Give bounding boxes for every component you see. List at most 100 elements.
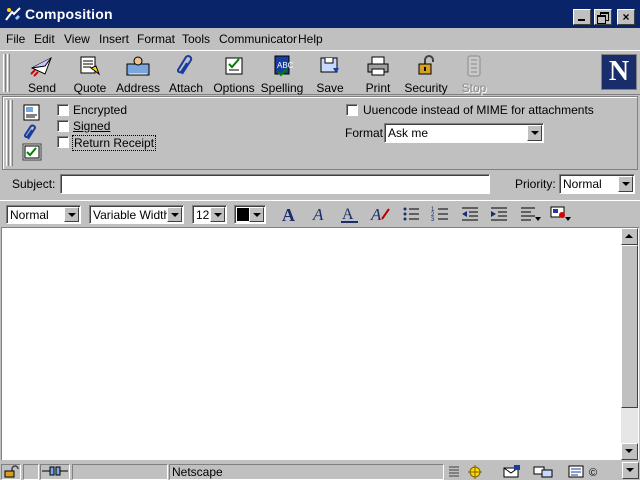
quote-icon bbox=[80, 56, 101, 76]
toolbar-grip[interactable] bbox=[3, 54, 6, 92]
close-button[interactable]: × bbox=[617, 9, 635, 25]
formatting-toolbar: Normal Variable Width 12 A A A A 1 2 3 bbox=[0, 200, 640, 227]
font-size-select[interactable]: 12 bbox=[192, 205, 227, 224]
insert-object-icon[interactable] bbox=[548, 203, 572, 225]
quote-button[interactable]: Quote bbox=[66, 52, 114, 95]
numbered-list-icon[interactable]: 1 2 3 bbox=[428, 203, 452, 225]
netscape-logo[interactable]: N bbox=[601, 54, 637, 90]
menu-file[interactable]: File bbox=[6, 32, 25, 46]
message-body-editor[interactable] bbox=[1, 227, 639, 460]
spelling-button[interactable]: ABC Spelling bbox=[258, 52, 306, 95]
save-label: Save bbox=[316, 81, 344, 95]
font-select[interactable]: Variable Width bbox=[89, 205, 184, 224]
font-size-increase-icon[interactable]: A bbox=[279, 203, 303, 225]
paragraph-style-select[interactable]: Normal bbox=[6, 205, 81, 224]
connection-plug-icon bbox=[42, 466, 68, 476]
scroll-down-button[interactable] bbox=[621, 443, 638, 460]
component-bar-grip-icon[interactable] bbox=[448, 465, 460, 479]
toolbar-grip-2[interactable] bbox=[7, 54, 10, 92]
status-text: Netscape bbox=[172, 465, 223, 479]
increase-indent-icon[interactable] bbox=[487, 203, 511, 225]
chevron-down-icon[interactable] bbox=[249, 207, 264, 222]
options-panel-grip-2[interactable] bbox=[10, 100, 13, 166]
progress-cell bbox=[72, 464, 168, 480]
send-icon bbox=[30, 56, 52, 77]
security-button[interactable]: Security bbox=[402, 52, 450, 95]
menu-communicator[interactable]: Communicator bbox=[219, 32, 297, 46]
minimize-button[interactable] bbox=[573, 9, 591, 25]
address-button[interactable]: Address bbox=[114, 52, 162, 95]
clear-styles-icon[interactable]: A bbox=[368, 203, 392, 225]
text-color-picker[interactable] bbox=[234, 205, 266, 224]
scroll-up-button[interactable] bbox=[621, 228, 638, 245]
options-panel-grip[interactable] bbox=[6, 100, 9, 166]
font-value: Variable Width bbox=[93, 208, 171, 222]
svg-text:A: A bbox=[282, 205, 295, 225]
menu-format[interactable]: Format bbox=[137, 32, 175, 46]
printer-icon bbox=[367, 56, 389, 76]
netscape-composer-icon bbox=[5, 7, 21, 21]
security-label: Security bbox=[404, 81, 448, 95]
underline-icon[interactable]: A bbox=[338, 203, 362, 225]
vertical-scrollbar[interactable] bbox=[621, 228, 638, 460]
svg-text:A: A bbox=[312, 205, 324, 224]
stop-icon bbox=[467, 55, 481, 77]
stop-button[interactable]: Stop bbox=[450, 52, 498, 95]
encrypted-label: Encrypted bbox=[73, 103, 128, 117]
options-button[interactable]: Options bbox=[210, 52, 258, 95]
chevron-down-icon[interactable] bbox=[167, 207, 182, 222]
online-status-cell[interactable] bbox=[40, 464, 70, 480]
return-receipt-label: Return Receipt bbox=[72, 135, 157, 151]
print-button[interactable]: Print bbox=[354, 52, 402, 95]
send-label: Send bbox=[27, 81, 57, 95]
spelling-label: Spelling bbox=[260, 81, 304, 95]
bullet-list-icon[interactable] bbox=[399, 203, 423, 225]
address-recipients-tab-icon[interactable] bbox=[22, 104, 42, 122]
return-receipt-checkbox[interactable] bbox=[57, 136, 69, 148]
signed-label: Signed bbox=[73, 119, 111, 133]
restore-button[interactable] bbox=[594, 9, 612, 25]
scroll-thumb[interactable] bbox=[621, 245, 638, 408]
uuencode-checkbox[interactable] bbox=[346, 104, 358, 116]
menu-edit[interactable]: Edit bbox=[34, 32, 55, 46]
navigator-icon[interactable] bbox=[466, 465, 484, 479]
chevron-down-icon[interactable] bbox=[527, 125, 542, 141]
priority-label: Priority: bbox=[515, 177, 556, 191]
statusbar-scroll-down-button[interactable] bbox=[622, 462, 639, 479]
main-toolbar: Send Quote Address Attach Options ABC Sp… bbox=[0, 50, 640, 95]
title-bar[interactable]: Composition × bbox=[0, 0, 640, 28]
attach-button[interactable]: Attach bbox=[162, 52, 210, 95]
chevron-down-icon[interactable] bbox=[64, 207, 79, 222]
status-cell-blank bbox=[23, 464, 39, 480]
menu-help[interactable]: Help bbox=[298, 32, 323, 46]
menu-tools[interactable]: Tools bbox=[182, 32, 210, 46]
priority-select[interactable]: Normal bbox=[559, 174, 635, 194]
save-button[interactable]: Save bbox=[306, 52, 354, 95]
format-select[interactable]: Ask me bbox=[384, 123, 544, 143]
decrease-indent-icon[interactable] bbox=[458, 203, 482, 225]
inbox-icon[interactable] bbox=[502, 465, 522, 479]
italic-icon[interactable]: A bbox=[309, 203, 333, 225]
message-options-tab-icon[interactable] bbox=[22, 143, 42, 161]
options-icon bbox=[225, 57, 243, 75]
security-status-cell[interactable] bbox=[1, 464, 21, 480]
paperclip-icon bbox=[177, 55, 193, 75]
menu-bar: File Edit View Insert Format Tools Commu… bbox=[0, 28, 640, 50]
composer-icon[interactable] bbox=[568, 465, 588, 479]
alignment-icon[interactable] bbox=[518, 203, 542, 225]
attachments-tab-icon[interactable] bbox=[22, 124, 42, 142]
address-book-icon bbox=[126, 56, 150, 76]
chevron-down-icon[interactable] bbox=[618, 176, 633, 192]
discussions-icon[interactable] bbox=[533, 465, 555, 479]
save-icon bbox=[320, 57, 339, 73]
attach-label: Attach bbox=[168, 81, 204, 95]
chevron-down-icon[interactable] bbox=[210, 207, 225, 222]
menu-insert[interactable]: Insert bbox=[99, 32, 129, 46]
signed-checkbox[interactable] bbox=[57, 120, 69, 132]
send-button[interactable]: Send bbox=[18, 52, 66, 95]
encrypted-checkbox[interactable] bbox=[57, 104, 69, 116]
quote-label: Quote bbox=[73, 81, 107, 95]
subject-input[interactable] bbox=[60, 174, 490, 194]
menu-view[interactable]: View bbox=[64, 32, 90, 46]
address-label: Address bbox=[115, 81, 161, 95]
